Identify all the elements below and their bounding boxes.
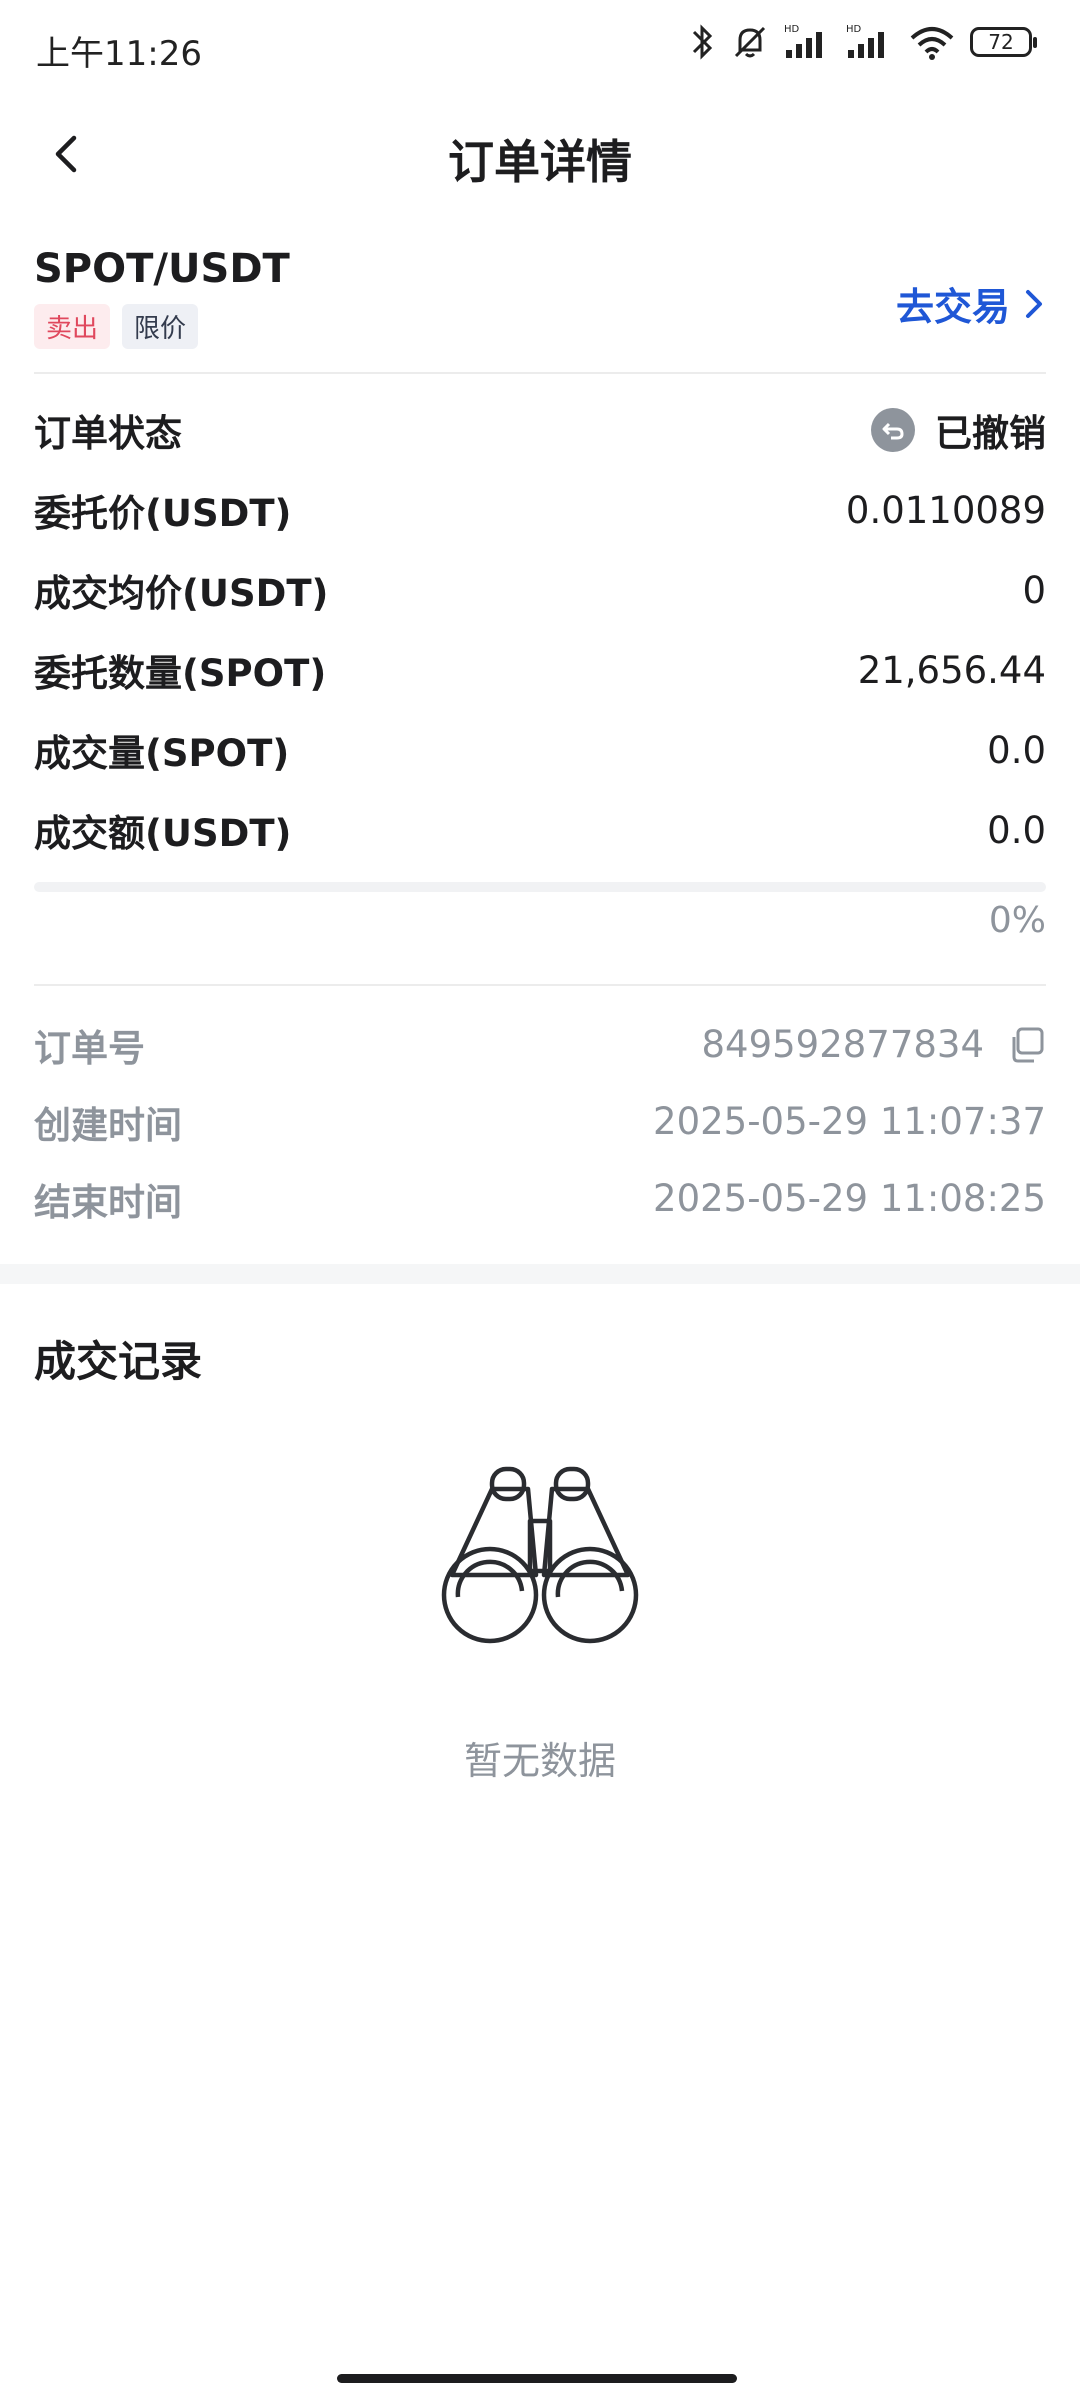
order-id: 849592877834 [702, 1023, 1047, 1066]
home-indicator[interactable] [337, 2374, 737, 2383]
order-tags: 卖出 限价 [34, 304, 1046, 349]
detail-row-filled-amount: 成交额(USDT) 0.0 [34, 790, 1046, 870]
status-time: 上午11:26 [36, 34, 202, 74]
detail-label: 委托数量(SPOT) [34, 652, 327, 695]
nav-bar: 订单详情 [0, 96, 1080, 216]
trade-records-title: 成交记录 [34, 1337, 203, 1386]
detail-row-order-qty: 委托数量(SPOT) 21,656.44 [34, 630, 1046, 710]
go-trade-link[interactable]: 去交易 [896, 276, 1046, 331]
meta-value: 2025-05-29 11:07:37 [653, 1100, 1046, 1143]
order-detail-list: 订单状态 已撤销 委托价(USDT) 0.0110089 成交均价(USDT) … [34, 390, 1046, 870]
side-tag: 卖出 [34, 304, 111, 349]
signal-hd-icon: HD [784, 24, 822, 58]
detail-row-order-price: 委托价(USDT) 0.0110089 [34, 470, 1046, 550]
trading-pair: SPOT/USDT [34, 246, 290, 292]
binoculars-icon [441, 1466, 639, 1644]
copy-icon[interactable] [1006, 1025, 1046, 1065]
page-title: 订单详情 [448, 135, 632, 189]
svg-text:HD: HD [784, 24, 800, 35]
detail-label: 委托价(USDT) [34, 492, 292, 535]
meta-label: 结束时间 [34, 1180, 182, 1224]
meta-row-finished: 结束时间 2025-05-29 11:08:25 [34, 1160, 1046, 1237]
detail-value: 0.0 [987, 728, 1046, 772]
detail-label: 成交量(SPOT) [34, 732, 290, 775]
meta-value: 2025-05-29 11:08:25 [653, 1177, 1046, 1220]
order-type-tag: 限价 [122, 304, 199, 349]
section-separator [0, 1264, 1080, 1284]
order-meta-list: 订单号 849592877834 创建时间 2025-05-29 11:07:3… [34, 1006, 1046, 1237]
meta-row-order-id: 订单号 849592877834 [34, 1006, 1046, 1083]
revoke-icon [871, 408, 915, 452]
mute-bell-icon [734, 26, 766, 58]
detail-value: 0 [1022, 568, 1046, 612]
status-icons: HD HD 72 [690, 22, 1037, 62]
signal-hd-icon-2: HD [846, 24, 884, 58]
detail-value: 21,656.44 [857, 648, 1046, 692]
chevron-right-icon [1026, 289, 1042, 318]
detail-label: 成交均价(USDT) [34, 572, 329, 615]
detail-row-filled-qty: 成交量(SPOT) 0.0 [34, 710, 1046, 790]
order-status: 已撤销 [871, 403, 1046, 457]
go-trade-label: 去交易 [895, 285, 1010, 329]
svg-text:HD: HD [846, 24, 862, 35]
detail-row-avg-price: 成交均价(USDT) 0 [34, 550, 1046, 630]
meta-label: 订单号 [34, 1026, 145, 1070]
detail-label: 订单状态 [34, 412, 182, 455]
detail-value: 0.0 [987, 808, 1046, 852]
order-pair-header: SPOT/USDT 卖出 限价 去交易 [34, 246, 1046, 374]
detail-row-status: 订单状态 已撤销 [34, 390, 1046, 470]
bluetooth-icon [692, 24, 713, 60]
status-bar: 上午11:26 HD HD 72 [0, 0, 1080, 96]
empty-state-text: 暂无数据 [463, 1739, 616, 1783]
detail-label: 成交额(USDT) [34, 812, 292, 855]
meta-row-created: 创建时间 2025-05-29 11:07:37 [34, 1083, 1046, 1160]
battery-icon: 72 [970, 27, 1037, 57]
fill-progress-bar [34, 882, 1046, 892]
detail-value: 0.0110089 [845, 488, 1046, 532]
status-value: 已撤销 [935, 412, 1046, 455]
divider [34, 984, 1046, 986]
order-id-value: 849592877834 [701, 1023, 985, 1066]
meta-label: 创建时间 [34, 1103, 182, 1147]
fill-percent: 0% [988, 900, 1046, 941]
wifi-icon [910, 27, 954, 60]
